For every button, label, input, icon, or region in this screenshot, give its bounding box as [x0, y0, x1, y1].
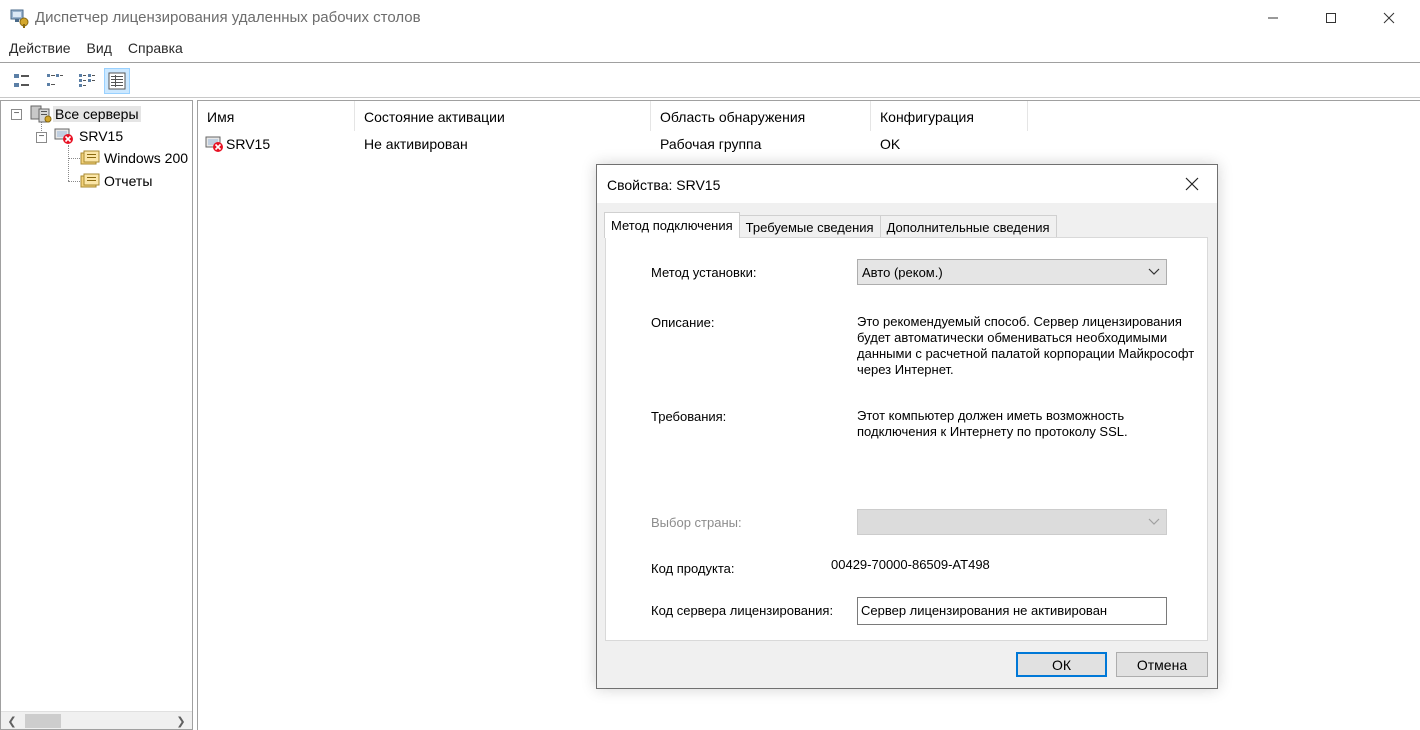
requirements-label: Требования: — [651, 409, 727, 424]
ok-button[interactable]: ОК — [1016, 652, 1107, 677]
install-method-value: Авто (реком.) — [862, 265, 943, 280]
install-method-label: Метод установки: — [651, 265, 757, 280]
tab-panel-connection-method: Метод установки: Авто (реком.) Описание:… — [605, 237, 1208, 641]
scroll-right-icon[interactable]: ❯ — [172, 712, 190, 729]
tree-expander-srv15[interactable]: − — [36, 132, 47, 143]
title-bar: Диспетчер лицензирования удаленных рабоч… — [0, 0, 1420, 36]
column-header-activation-state[interactable]: Состояние активации — [355, 101, 651, 131]
window-title: Диспетчер лицензирования удаленных рабоч… — [35, 9, 421, 26]
list-header: Имя Состояние активации Область обнаруже… — [198, 101, 1028, 131]
reports-icon — [80, 173, 100, 188]
list-view-button[interactable] — [74, 68, 100, 94]
cancel-button[interactable]: Отмена — [1116, 652, 1208, 677]
tree-item-all-servers[interactable]: Все серверы — [29, 104, 141, 124]
close-icon — [1185, 177, 1199, 191]
tree-item-reports[interactable]: Отчеты — [78, 171, 154, 191]
small-icons-view-button[interactable] — [42, 68, 68, 94]
cell-name: SRV15 — [198, 134, 355, 154]
tree-item-srv15[interactable]: SRV15 — [53, 126, 125, 146]
tab-additional-info[interactable]: Дополнительные сведения — [879, 215, 1057, 238]
tree-connector — [68, 145, 69, 181]
properties-dialog: Свойства: SRV15 Метод подключения Требуе… — [596, 164, 1218, 689]
dialog-tabs: Метод подключения Требуемые сведения Доп… — [604, 212, 1057, 238]
details-view-button[interactable] — [104, 68, 130, 94]
tab-connection-method[interactable]: Метод подключения — [604, 212, 740, 238]
list-view-icon — [79, 74, 95, 87]
cell-discovery-scope: Рабочая группа — [660, 136, 762, 152]
large-icons-view-icon — [14, 74, 29, 87]
license-folder-icon — [80, 150, 100, 165]
console-tree: − Все серверы − SRV15 Windows 200 Отчеты… — [0, 100, 193, 730]
scroll-left-icon[interactable]: ❮ — [3, 712, 21, 729]
dialog-title: Свойства: SRV15 — [607, 177, 721, 193]
tree-label-reports: Отчеты — [104, 173, 153, 189]
license-manager-icon — [10, 9, 29, 28]
details-view-icon — [108, 72, 126, 90]
product-code-label: Код продукта: — [651, 561, 735, 576]
dialog-close-button[interactable] — [1175, 169, 1209, 199]
column-header-discovery-scope[interactable]: Область обнаружения — [651, 101, 871, 131]
license-server-code-label: Код сервера лицензирования: — [651, 603, 834, 618]
toolbar — [0, 62, 1420, 98]
dialog-title-bar: Свойства: SRV15 — [597, 165, 1217, 203]
server-error-icon — [54, 128, 73, 144]
tree-expander-all-servers[interactable]: − — [11, 109, 22, 120]
menu-help[interactable]: Справка — [120, 38, 191, 60]
product-code-value: 00429-70000-86509-AT498 — [831, 557, 990, 572]
minimize-button[interactable] — [1250, 0, 1296, 36]
maximize-icon — [1326, 13, 1336, 23]
column-header-configuration[interactable]: Конфигурация — [871, 101, 1028, 131]
maximize-button[interactable] — [1308, 0, 1354, 36]
description-label: Описание: — [651, 315, 715, 330]
license-server-code-field[interactable]: Сервер лицензирования не активирован — [857, 597, 1167, 625]
cell-name-text: SRV15 — [226, 136, 271, 152]
tree-label-windows-version: Windows 200 — [104, 150, 189, 166]
close-window-button[interactable] — [1366, 0, 1412, 36]
install-method-select[interactable]: Авто (реком.) — [857, 259, 1167, 285]
menu-view[interactable]: Вид — [79, 38, 120, 60]
scroll-thumb[interactable] — [25, 714, 61, 728]
tab-required-info[interactable]: Требуемые сведения — [738, 215, 881, 238]
server-error-icon — [205, 136, 223, 152]
chevron-down-icon — [1148, 518, 1160, 525]
requirements-text: Этот компьютер должен иметь возможность … — [857, 408, 1128, 439]
description-text: Это рекомендуемый способ. Сервер лицензи… — [857, 314, 1195, 377]
country-label: Выбор страны: — [651, 515, 742, 530]
tree-label-all-servers: Все серверы — [53, 106, 141, 122]
tree-horizontal-scrollbar[interactable]: ❮ ❯ — [1, 711, 192, 729]
close-icon — [1383, 12, 1395, 24]
menu-bar: Действие Вид Справка — [0, 38, 191, 60]
table-row[interactable]: SRV15 Не активирован Рабочая группа OK — [198, 133, 1028, 155]
chevron-down-icon — [1148, 268, 1160, 275]
tree-label-srv15: SRV15 — [79, 128, 124, 144]
country-select[interactable] — [857, 509, 1167, 535]
menu-action[interactable]: Действие — [0, 38, 79, 60]
large-icons-view-button[interactable] — [9, 68, 35, 94]
column-header-name[interactable]: Имя — [198, 101, 355, 131]
cell-activation-state: Не активирован — [364, 136, 468, 152]
cell-configuration: OK — [880, 136, 901, 152]
servers-icon — [30, 105, 52, 123]
tree-item-windows-version[interactable]: Windows 200 — [78, 148, 190, 168]
minimize-icon — [1268, 17, 1278, 19]
small-icons-view-icon — [47, 74, 63, 86]
